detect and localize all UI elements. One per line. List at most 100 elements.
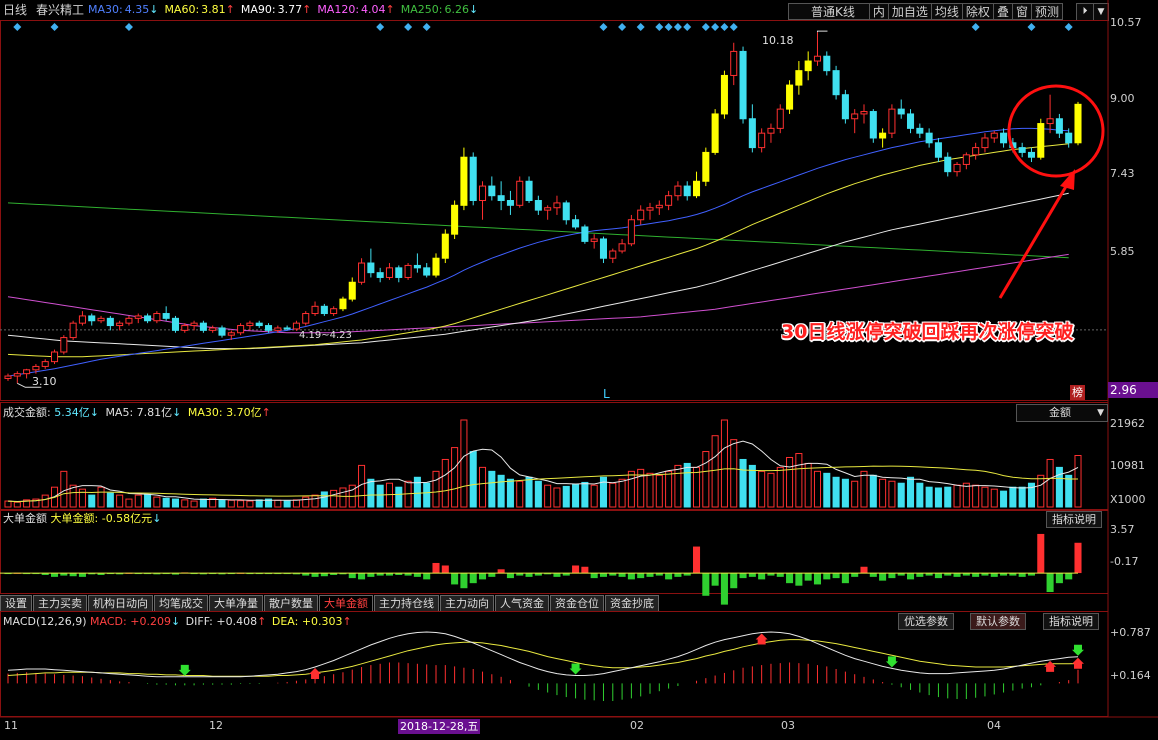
indicator-tab[interactable]: 主力买卖 [33, 595, 87, 611]
candle-body [544, 207, 552, 211]
indicator-tab[interactable]: 资金抄底 [605, 595, 659, 611]
volume-bar [860, 470, 868, 508]
marker-l: L [603, 387, 610, 401]
death-cross-arrow-icon [178, 664, 191, 676]
callout-arrow-head [1060, 169, 1075, 190]
candle-body [23, 369, 31, 375]
bigorder-bar [646, 573, 654, 577]
bigorder-bar [832, 573, 840, 579]
bigorder-bar [860, 566, 868, 574]
signal-diamond [422, 23, 431, 31]
settings-tab[interactable]: 设置 [0, 595, 32, 611]
volume-bar [953, 484, 961, 508]
default-params-button[interactable]: 默认参数 [970, 613, 1026, 630]
bigorder-bar [599, 573, 608, 577]
candle-body [50, 351, 59, 363]
indicator-tab[interactable]: 主力持仓线 [374, 595, 439, 611]
golden-cross-arrow-icon [1044, 660, 1057, 672]
bigorder-bar [367, 573, 375, 577]
candle-body [60, 337, 68, 353]
panel-frame [0, 510, 1109, 594]
volume-bar [423, 482, 431, 508]
candle-body [264, 325, 273, 331]
bigorder-bar [78, 573, 86, 577]
volume-bar [255, 499, 263, 508]
volume-bar [302, 496, 310, 508]
volume-bar [525, 476, 533, 508]
indicator-tab[interactable]: 资金仓位 [550, 595, 604, 611]
indicator-tab[interactable]: 机构日动向 [88, 595, 153, 611]
candle-body [237, 325, 245, 334]
volume-bar [478, 466, 487, 508]
bigorder-bar [1074, 542, 1082, 574]
volume-bar [4, 500, 12, 508]
indicator-tab[interactable]: 人气资金 [495, 595, 549, 611]
macd-value: +0.209 [130, 615, 171, 628]
bigorder-bar [851, 573, 859, 577]
volume-bar [841, 478, 849, 508]
down-arrow-icon: ↓ [89, 406, 99, 419]
signal-diamond [636, 23, 645, 31]
candle-body [69, 322, 77, 339]
volume-bar [1000, 490, 1008, 508]
bigorder-bar [478, 573, 487, 580]
volume-bar [897, 482, 905, 508]
candle-body [869, 111, 877, 139]
x-axis-label: 12 [209, 719, 223, 732]
bigorder-bar [488, 573, 496, 577]
candle-body [181, 325, 189, 331]
preferred-params-button[interactable]: 优选参数 [898, 613, 954, 630]
bigorder-bar [990, 573, 998, 577]
candle-body [962, 154, 970, 165]
candle-body [218, 327, 226, 336]
bigorder-bar [50, 573, 59, 577]
volume-bar [292, 499, 300, 508]
volume-bar [869, 474, 877, 508]
candle-body [702, 151, 710, 182]
candle-body [1046, 118, 1054, 125]
price-axis-label: 9.00 [1110, 92, 1135, 105]
bigorder-bar [916, 573, 924, 577]
candle-body [897, 108, 905, 115]
candle-body [534, 200, 542, 211]
bigorder-bar [720, 573, 728, 605]
volume-bar [590, 484, 598, 508]
bigorder-bar [776, 573, 784, 577]
candle-body [981, 137, 989, 149]
macd-help-button[interactable]: 指标说明 [1043, 613, 1099, 630]
indicator-help-button[interactable]: 指标说明 [1046, 511, 1102, 528]
signal-diamond [701, 23, 710, 31]
volume-bar [692, 466, 701, 508]
candle-body [516, 180, 524, 206]
bang-badge[interactable]: 榜 [1070, 385, 1085, 400]
bigorder-bar [748, 573, 756, 577]
signal-diamond [1027, 23, 1036, 31]
candle-body [767, 127, 775, 134]
volume-bar [13, 501, 21, 508]
volume-bar [41, 494, 49, 508]
volume-bar [162, 497, 170, 508]
candle-body [879, 132, 887, 139]
volume-bar [786, 456, 794, 508]
candle-body [209, 327, 217, 331]
bigorder-bar [348, 573, 356, 579]
signal-diamond [124, 23, 133, 31]
price-axis-label: 10.57 [1110, 16, 1142, 29]
indicator-tab[interactable]: 大单金额 [319, 595, 373, 611]
volume-bar [562, 485, 570, 508]
macd-axis-label: +0.787 [1110, 626, 1151, 639]
candle-body [88, 315, 96, 322]
macd-label: MACD: [90, 615, 127, 628]
bigorder-bar [906, 573, 915, 580]
diff-value: +0.408 [216, 615, 258, 628]
candle-body [916, 127, 924, 134]
signal-diamond [599, 23, 608, 31]
indicator-tab[interactable]: 散户数量 [264, 595, 318, 611]
indicator-tab[interactable]: 大单净量 [209, 595, 263, 611]
indicator-tab[interactable]: 主力动向 [440, 595, 494, 611]
indicator-tab[interactable]: 均笔成交 [154, 595, 208, 611]
volume-bar [534, 480, 542, 508]
volume-selector[interactable]: 金额 ▼ [1016, 404, 1108, 422]
diff-label: DIFF: [185, 615, 213, 628]
signal-diamond [711, 23, 720, 31]
